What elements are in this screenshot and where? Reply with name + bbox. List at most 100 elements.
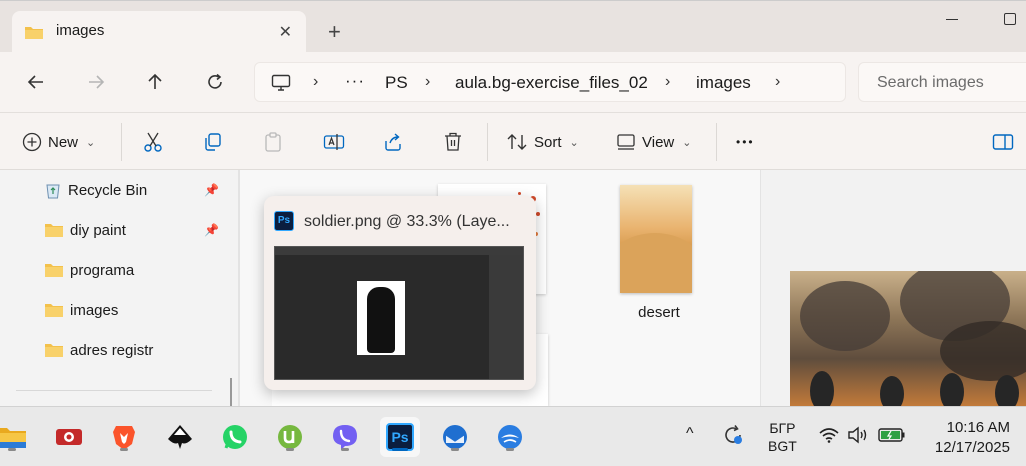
taskbar-file-explorer[interactable] <box>0 417 32 457</box>
language-line-2: BGT <box>768 438 797 454</box>
toolbar-divider <box>487 123 488 161</box>
sync-icon[interactable] <box>722 424 744 451</box>
breadcrumb-separator: › <box>775 73 781 90</box>
clock[interactable]: 10:16 AM 12/17/2025 <box>924 418 1010 458</box>
new-tab-button[interactable]: + <box>328 21 341 43</box>
sort-button[interactable]: Sort ⌄ <box>506 128 579 156</box>
folder-icon <box>45 264 63 277</box>
file-name-desert[interactable]: desert <box>620 304 698 321</box>
show-hidden-icons-button[interactable]: ^ <box>686 425 694 443</box>
viber-icon <box>333 425 357 450</box>
taskbar-brave[interactable] <box>104 417 144 457</box>
libreoffice-icon <box>498 425 522 449</box>
sidebar-divider <box>16 390 212 391</box>
toolbar-divider <box>716 123 717 161</box>
view-icon <box>617 134 635 150</box>
taskbar-thunderbird[interactable] <box>435 417 475 457</box>
breadcrumb-exercise-files[interactable]: aula.bg-exercise_files_02 <box>455 73 648 93</box>
details-pane-button[interactable] <box>992 128 1014 156</box>
language-line-1: БГР <box>769 420 796 436</box>
brave-icon <box>113 426 135 450</box>
running-indicator <box>451 448 459 451</box>
active-indicator <box>392 448 408 451</box>
chevron-down-icon: ⌄ <box>569 136 579 149</box>
popup-window-title: soldier.png @ 33.3% (Laye... <box>304 213 510 230</box>
app-red-icon <box>56 429 82 445</box>
whatsapp-icon <box>223 425 247 449</box>
sidebar-item-images[interactable]: images <box>44 298 118 322</box>
forward-button[interactable] <box>82 68 110 96</box>
ps-menubar <box>275 247 523 255</box>
volume-icon[interactable] <box>847 426 869 449</box>
photoshop-icon: Ps <box>274 211 294 231</box>
ps-canvas <box>357 281 405 355</box>
taskbar-viber[interactable] <box>325 417 365 457</box>
sidebar-item-label: Recycle Bin <box>68 181 148 199</box>
taskbar-libreoffice[interactable] <box>490 417 530 457</box>
view-label: View <box>642 133 675 151</box>
close-tab-icon[interactable]: ✕ <box>279 22 292 42</box>
paste-button[interactable] <box>263 128 283 156</box>
taskbar-photoshop[interactable]: Ps <box>380 417 420 457</box>
sync-icon <box>725 425 742 444</box>
minimize-icon[interactable] <box>946 19 958 20</box>
search-input[interactable]: Search images <box>858 62 1026 102</box>
breadcrumb-separator: › <box>425 73 431 90</box>
running-indicator <box>286 448 294 451</box>
share-button[interactable] <box>383 128 403 156</box>
breadcrumb-separator: › <box>665 73 671 90</box>
up-button[interactable] <box>141 68 169 96</box>
breadcrumb-ps[interactable]: PS <box>385 73 408 93</box>
breadcrumb-images[interactable]: images <box>696 73 751 93</box>
more-options-glyph: ••• <box>736 135 755 149</box>
more-options-button[interactable]: ••• <box>736 128 755 156</box>
cut-button[interactable] <box>143 128 163 156</box>
battery-icon[interactable] <box>878 427 906 448</box>
taskbar-inkscape[interactable] <box>160 417 200 457</box>
back-button[interactable] <box>22 68 50 96</box>
maximize-icon[interactable] <box>1004 13 1016 25</box>
taskbar-app-red[interactable] <box>49 417 89 457</box>
sidebar-scrollbar[interactable] <box>230 378 232 406</box>
sidebar-item-diy-paint[interactable]: diy paint <box>44 218 126 242</box>
tab-title: images <box>56 22 105 39</box>
soldier-figure <box>367 287 395 353</box>
delete-button[interactable] <box>443 128 463 156</box>
file-thumbnail-desert[interactable] <box>620 185 692 293</box>
utorrent-icon <box>278 425 302 449</box>
sidebar-item-label: images <box>70 301 119 319</box>
taskbar-whatsapp[interactable] <box>215 417 255 457</box>
view-button[interactable]: View ⌄ <box>616 128 691 156</box>
folder-icon <box>45 344 63 357</box>
sidebar-item-adres-registr[interactable]: adres registr <box>44 338 153 362</box>
photoshop-window-preview[interactable] <box>274 246 524 380</box>
arrow-right-icon <box>89 75 105 89</box>
search-placeholder: Search images <box>877 74 984 91</box>
pin-icon[interactable]: 📌 <box>204 223 219 237</box>
volume-icon <box>848 426 867 444</box>
running-indicator <box>341 448 349 451</box>
folder-icon <box>0 428 26 448</box>
new-button[interactable]: New ⌄ <box>22 128 95 156</box>
taskbar-utorrent[interactable] <box>270 417 310 457</box>
wifi-icon[interactable] <box>818 427 840 448</box>
sidebar-item-label: diy paint <box>70 221 126 239</box>
tab-images[interactable]: images ✕ <box>12 11 306 53</box>
wifi-icon <box>819 428 839 443</box>
running-indicator <box>506 448 514 451</box>
command-bar: New ⌄ Sort ⌄ View ⌄ ••• <box>0 112 1026 170</box>
refresh-button[interactable] <box>201 68 229 96</box>
taskbar-thumbnail-popup[interactable]: Ps soldier.png @ 33.3% (Laye... <box>264 196 536 390</box>
running-indicator <box>120 448 128 451</box>
sidebar-item-recycle-bin[interactable]: Recycle Bin <box>44 178 147 202</box>
input-language-indicator[interactable]: БГР BGT <box>768 419 797 455</box>
copy-button[interactable] <box>203 128 223 156</box>
pin-icon[interactable]: 📌 <box>204 183 219 197</box>
rename-button[interactable] <box>323 128 345 156</box>
sidebar-item-programa[interactable]: programa <box>44 258 134 282</box>
breadcrumb-more-button[interactable]: ··· <box>345 71 365 91</box>
chevron-down-icon: ⌄ <box>86 136 96 149</box>
address-bar[interactable]: › ··· PS › aula.bg-exercise_files_02 › i… <box>254 62 846 102</box>
battery-icon <box>878 428 905 442</box>
inkscape-icon <box>168 425 192 449</box>
